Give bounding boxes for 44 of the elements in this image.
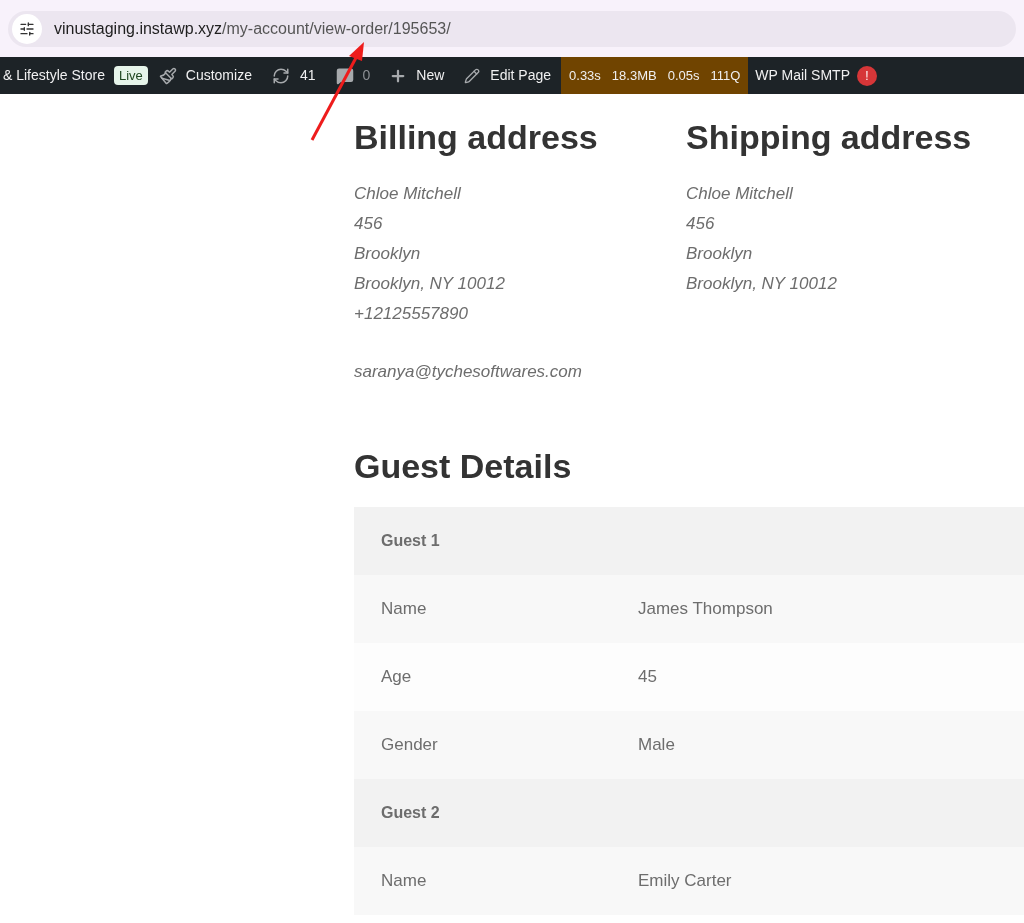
field-label: Name [381,870,428,893]
site-info-icon[interactable] [12,13,42,44]
performance-stat: 18.3MB [611,66,657,85]
address-line: Brooklyn, NY 10012 [354,272,506,295]
guest-heading: Guest 1 [381,531,440,551]
address-line: Brooklyn [686,242,754,265]
performance-stat: 0.05s [667,66,700,85]
site-name-link[interactable]: & Lifestyle Store [0,65,105,86]
address-line: Chloe Mitchell [354,182,462,205]
pencil-icon [464,67,481,84]
field-value: 45 [638,666,657,689]
brush-icon [158,66,177,85]
address-line: 456 [354,212,384,235]
field-value: Emily Carter [638,870,732,893]
guest-heading: Guest 2 [381,803,440,823]
address-line: Brooklyn, NY 10012 [686,272,838,295]
comments-count[interactable]: 0 [362,65,371,86]
performance-stat: 111Q [710,66,741,85]
edit-page-link[interactable]: Edit Page [490,65,552,86]
section-title: Guest Details [354,445,573,487]
new-link[interactable]: New [416,65,445,86]
address-line: +12125557890 [354,302,469,325]
updates-count[interactable]: 41 [299,65,316,86]
alert-badge: ! [857,65,877,86]
performance-stat: 0.33s [569,66,601,85]
performance-panel[interactable]: 0.33s 18.3MB 0.05s 111Q [561,57,749,94]
comments-icon [335,66,354,85]
section-title: Shipping address [686,117,973,158]
field-label: Name [381,598,428,621]
address-line: Brooklyn [354,242,422,265]
field-value: James Thompson [638,598,773,621]
status-badge: Live [113,66,148,85]
updates-icon [271,66,290,85]
address-line: 456 [686,212,716,235]
section-title: Billing address [354,117,599,158]
customize-link[interactable]: Customize [185,65,252,86]
address-bar[interactable]: vinustaging.instawp.xyz/my-account/view-order/195653/ [8,10,1016,47]
field-value: Male [638,734,675,757]
url-text: vinustaging.instawp.xyz/my-account/view-order/195653/ [54,18,451,39]
mail-link[interactable]: WP Mail SMTP [755,65,850,86]
email-text: saranya@tychesoftwares.com [354,360,583,383]
field-label: Age [381,666,413,689]
field-label: Gender [381,734,439,757]
address-line: Chloe Mitchell [686,182,794,205]
